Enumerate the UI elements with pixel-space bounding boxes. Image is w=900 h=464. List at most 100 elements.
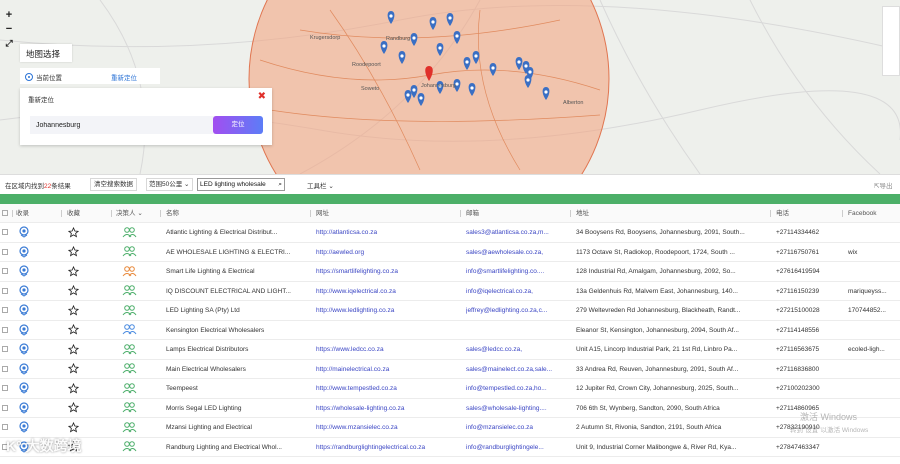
facebook[interactable] <box>848 321 898 340</box>
decision-maker-icon[interactable] <box>122 223 140 242</box>
star-icon[interactable] <box>68 262 82 281</box>
current-location[interactable]: 当前位置 <box>25 72 62 82</box>
star-icon[interactable] <box>68 301 82 320</box>
decision-maker-icon[interactable] <box>122 243 140 262</box>
indexed-icon[interactable] <box>19 340 33 359</box>
website-link[interactable]: http://www.mzansielec.co.za <box>316 418 456 437</box>
fullscreen-button[interactable]: ⤢ <box>3 37 15 49</box>
facebook[interactable]: ecoled-ligh... <box>848 340 898 359</box>
decision-maker-icon[interactable] <box>122 399 140 418</box>
row-checkbox[interactable] <box>2 418 12 437</box>
table-row[interactable]: Mzansi Lighting and Electrical http://ww… <box>0 418 900 438</box>
decision-maker-icon[interactable] <box>122 438 140 457</box>
star-icon[interactable] <box>68 340 82 359</box>
row-checkbox[interactable] <box>2 399 12 418</box>
header-select-all[interactable] <box>2 204 12 223</box>
table-row[interactable]: Lamps Electrical Distributors https://ww… <box>0 340 900 360</box>
decision-maker-icon[interactable] <box>122 340 140 359</box>
search-icon[interactable]: ⌕ <box>278 179 282 190</box>
table-row[interactable]: Teempeest http://www.tempestled.co.za in… <box>0 379 900 399</box>
table-row[interactable]: Kensington Electrical Wholesalers Eleano… <box>0 321 900 340</box>
export-button[interactable]: ⇱导出 <box>874 180 892 190</box>
row-checkbox[interactable] <box>2 243 12 262</box>
relocate-link[interactable]: 重新定位 <box>111 72 137 82</box>
decision-maker-icon[interactable] <box>122 301 140 320</box>
indexed-icon[interactable] <box>19 321 33 340</box>
website-link[interactable]: https://wholesale-lighting.co.za <box>316 399 456 418</box>
facebook[interactable] <box>848 262 898 281</box>
indexed-icon[interactable] <box>19 262 33 281</box>
website-link[interactable]: http://aewled.org <box>316 243 456 262</box>
facebook[interactable] <box>848 379 898 398</box>
website-link[interactable]: http://www.ledlighting.co.za <box>316 301 456 320</box>
facebook[interactable] <box>848 223 898 242</box>
indexed-icon[interactable] <box>19 282 33 301</box>
facebook[interactable]: 170744852... <box>848 301 898 320</box>
table-row[interactable]: Main Electrical Wholesalers http://maine… <box>0 360 900 379</box>
email-link[interactable] <box>466 321 566 340</box>
row-checkbox[interactable] <box>2 282 12 301</box>
row-checkbox[interactable] <box>2 379 12 398</box>
email-link[interactable]: info@randburglightingele... <box>466 438 566 457</box>
row-checkbox[interactable] <box>2 321 12 340</box>
email-link[interactable]: info@mzansielec.co.za <box>466 418 566 437</box>
indexed-icon[interactable] <box>19 399 33 418</box>
decision-maker-icon[interactable] <box>122 360 140 379</box>
decision-maker-icon[interactable] <box>122 379 140 398</box>
decision-maker-icon[interactable] <box>122 262 140 281</box>
star-icon[interactable] <box>68 243 82 262</box>
facebook[interactable]: wix <box>848 243 898 262</box>
zoom-in-button[interactable]: + <box>3 9 15 21</box>
table-row[interactable]: Smart Life Lighting & Electrical https:/… <box>0 262 900 282</box>
row-checkbox[interactable] <box>2 340 12 359</box>
email-link[interactable]: sales@wholesale-lighting.... <box>466 399 566 418</box>
row-checkbox[interactable] <box>2 360 12 379</box>
decision-maker-icon[interactable] <box>122 321 140 340</box>
star-icon[interactable] <box>68 282 82 301</box>
table-row[interactable]: Morris Segal LED Lighting https://wholes… <box>0 399 900 418</box>
email-link[interactable]: sales@mainelect.co.za,sale... <box>466 360 566 379</box>
email-link[interactable]: sales@aewholesale.co.za, <box>466 243 566 262</box>
facebook[interactable] <box>848 438 898 457</box>
indexed-icon[interactable] <box>19 301 33 320</box>
table-row[interactable]: LED Lighting SA (Pty) Ltd http://www.led… <box>0 301 900 321</box>
keyword-search-input[interactable]: LED lighting wholesale ⌕ <box>197 178 285 191</box>
email-link[interactable]: info@iqelectrical.co.za, <box>466 282 566 301</box>
indexed-icon[interactable] <box>19 379 33 398</box>
email-link[interactable]: info@tempestled.co.za,ho... <box>466 379 566 398</box>
range-select[interactable]: 范围50公里 ⌄ <box>146 178 193 191</box>
locate-button[interactable]: 定位 <box>213 116 263 134</box>
email-link[interactable]: info@smartlifelighting.co.... <box>466 262 566 281</box>
star-icon[interactable] <box>68 321 82 340</box>
email-link[interactable]: sales3@atlanticsa.co.za,m... <box>466 223 566 242</box>
facebook[interactable]: mariqueyss... <box>848 282 898 301</box>
table-row[interactable]: Atlantic Lighting & Electrical Distribut… <box>0 223 900 243</box>
website-link[interactable]: https://www.ledcc.co.za <box>316 340 456 359</box>
star-icon[interactable] <box>68 399 82 418</box>
decision-maker-icon[interactable] <box>122 282 140 301</box>
location-input[interactable] <box>30 116 230 134</box>
tools-menu[interactable]: 工具栏 ⌄ <box>307 180 334 190</box>
website-link[interactable]: https://randburglightingelectrical.co.za <box>316 438 456 457</box>
row-checkbox[interactable] <box>2 223 12 242</box>
row-checkbox[interactable] <box>2 262 12 281</box>
clear-search-button[interactable]: 清空搜索数据 <box>90 178 137 191</box>
star-icon[interactable] <box>68 379 82 398</box>
table-row[interactable]: Randburg Lighting and Electrical Whol...… <box>0 438 900 457</box>
email-link[interactable]: sales@ledcc.co.za, <box>466 340 566 359</box>
website-link[interactable]: http://atlanticsa.co.za <box>316 223 456 242</box>
header-decision-maker[interactable]: 决策人 ⌄ <box>116 204 156 223</box>
row-checkbox[interactable] <box>2 301 12 320</box>
zoom-out-button[interactable]: − <box>3 23 15 35</box>
email-link[interactable]: jeffrey@ledlighting.co.za,c... <box>466 301 566 320</box>
close-icon[interactable]: ✖ <box>258 91 266 102</box>
star-icon[interactable] <box>68 418 82 437</box>
table-row[interactable]: AE WHOLESALE LIGHTING & ELECTRI... http:… <box>0 243 900 262</box>
table-row[interactable]: IQ DISCOUNT ELECTRICAL AND LIGHT... http… <box>0 282 900 301</box>
website-link[interactable]: http://www.tempestled.co.za <box>316 379 456 398</box>
decision-maker-icon[interactable] <box>122 418 140 437</box>
website-link[interactable]: http://mainelectrical.co.za <box>316 360 456 379</box>
star-icon[interactable] <box>68 223 82 242</box>
indexed-icon[interactable] <box>19 243 33 262</box>
star-icon[interactable] <box>68 360 82 379</box>
